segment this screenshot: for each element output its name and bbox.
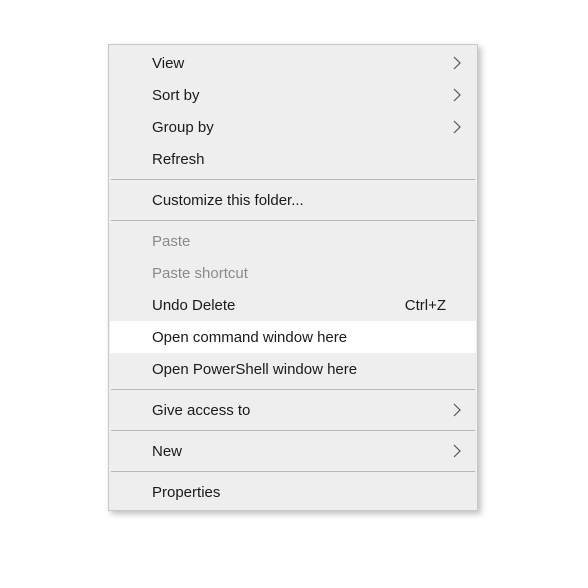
menu-separator — [111, 389, 475, 390]
menu-item-view[interactable]: View — [110, 47, 476, 79]
menu-item-give-access-to[interactable]: Give access to — [110, 394, 476, 426]
chevron-right-icon — [452, 87, 462, 103]
chevron-right-icon — [452, 443, 462, 459]
menu-item-group-by[interactable]: Group by — [110, 111, 476, 143]
menu-item-customize-folder[interactable]: Customize this folder... — [110, 184, 476, 216]
menu-item-sort-by[interactable]: Sort by — [110, 79, 476, 111]
menu-item-label: Undo Delete — [152, 297, 405, 314]
menu-item-label: Sort by — [152, 87, 464, 104]
menu-item-label: Open PowerShell window here — [152, 361, 464, 378]
menu-item-refresh[interactable]: Refresh — [110, 143, 476, 175]
menu-separator — [111, 430, 475, 431]
menu-item-label: Properties — [152, 484, 464, 501]
menu-item-label: Paste shortcut — [152, 265, 464, 282]
menu-item-label: View — [152, 55, 464, 72]
menu-separator — [111, 471, 475, 472]
menu-item-label: Open command window here — [152, 329, 464, 346]
menu-item-paste: Paste — [110, 225, 476, 257]
menu-item-label: Refresh — [152, 151, 464, 168]
menu-item-open-powershell[interactable]: Open PowerShell window here — [110, 353, 476, 385]
menu-item-label: Group by — [152, 119, 464, 136]
menu-item-properties[interactable]: Properties — [110, 476, 476, 508]
menu-item-undo-delete[interactable]: Undo Delete Ctrl+Z — [110, 289, 476, 321]
menu-separator — [111, 179, 475, 180]
menu-item-paste-shortcut: Paste shortcut — [110, 257, 476, 289]
menu-item-shortcut: Ctrl+Z — [405, 297, 464, 314]
chevron-right-icon — [452, 119, 462, 135]
chevron-right-icon — [452, 55, 462, 71]
menu-item-open-command-window[interactable]: Open command window here — [110, 321, 476, 353]
menu-item-label: New — [152, 443, 464, 460]
menu-item-label: Paste — [152, 233, 464, 250]
menu-separator — [111, 220, 475, 221]
menu-item-label: Give access to — [152, 402, 464, 419]
context-menu: View Sort by Group by Refresh Customize … — [108, 44, 478, 511]
chevron-right-icon — [452, 402, 462, 418]
menu-item-new[interactable]: New — [110, 435, 476, 467]
menu-item-label: Customize this folder... — [152, 192, 464, 209]
